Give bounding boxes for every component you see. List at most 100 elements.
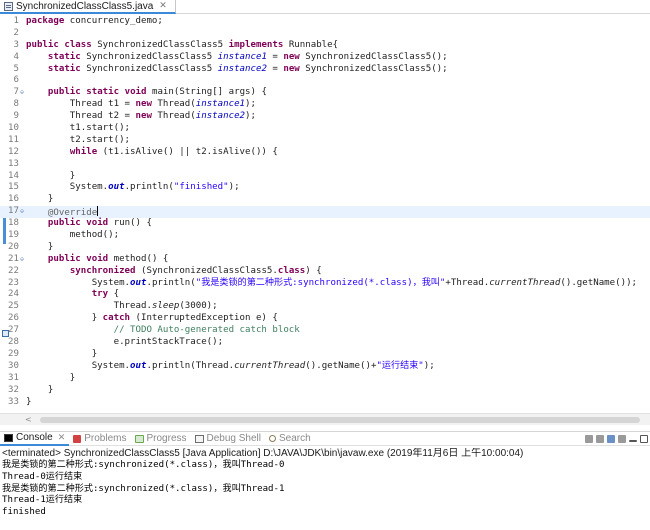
code-line[interactable]: 26 } catch (InterruptedException e) { (0, 313, 650, 325)
view-tab-label: Debug Shell (206, 433, 261, 444)
code-text: } catch (InterruptedException e) { (26, 313, 278, 325)
code-token: t1.start(); (26, 123, 131, 134)
console-view-tabs: Console ✕ Problems Progress Debug Shell Searc… (0, 431, 650, 446)
code-line[interactable]: 28 e.printStackTrace(); (0, 337, 650, 349)
line-number: 16 (8, 194, 19, 205)
code-line[interactable]: 7 ⊖ public static void main(String[] args… (0, 87, 650, 99)
line-number: 31 (8, 372, 19, 383)
code-line[interactable]: 15 System.out.println("finished"); (0, 182, 650, 194)
code-token: Thread. (26, 301, 152, 312)
code-text: public void run() { (26, 218, 152, 230)
code-line[interactable]: 29 } (0, 349, 650, 361)
code-text: } (26, 373, 75, 385)
code-line[interactable]: 22 synchronized (SynchronizedClassClass5… (0, 266, 650, 278)
code-line[interactable]: 23 System.out.println("我是类锁的第二种形式:synchr… (0, 278, 650, 290)
clear-console-icon[interactable] (585, 434, 593, 443)
code-line[interactable]: 6 (0, 75, 650, 87)
code-editor[interactable]: 1 package concurrency_demo; 2 3 public class… (0, 15, 650, 413)
code-line[interactable]: 24 try { (0, 289, 650, 301)
code-line[interactable]: 21 ⊖ public void method() { (0, 254, 650, 266)
fold-toggle-icon[interactable]: ⊖ (19, 87, 25, 99)
editor-tab-bar: SynchronizedClassClass5.java ✕ (0, 0, 650, 14)
code-token: SynchronizedClassClass5 (80, 63, 218, 74)
close-icon[interactable]: ✕ (58, 432, 66, 443)
code-token: ); (228, 182, 240, 193)
line-number: 7 (13, 87, 19, 98)
line-number: 27 (8, 325, 19, 336)
code-line[interactable]: 17 ⊖ @Override (0, 206, 650, 218)
problems-icon (73, 434, 82, 443)
code-line[interactable]: 3 public class SynchronizedClassClass5 im… (0, 40, 650, 52)
code-token: instance1 (195, 99, 246, 110)
code-line[interactable]: 30 System.out.println(Thread.currentThre… (0, 361, 650, 373)
code-line[interactable]: 20 } (0, 242, 650, 254)
code-token: synchronized (69, 265, 136, 276)
code-line[interactable]: 31 } (0, 373, 650, 385)
console-icon (4, 433, 13, 442)
code-line[interactable]: 9 Thread t2 = new Thread(instance2); (0, 111, 650, 123)
code-token: +Thread. (445, 277, 490, 288)
code-line[interactable]: 8 Thread t1 = new Thread(instance1); (0, 99, 650, 111)
view-tab-progress[interactable]: Progress (131, 432, 191, 446)
code-line[interactable]: 18 public void run() { (0, 218, 650, 230)
view-tab-console[interactable]: Console ✕ (0, 431, 70, 446)
code-token: instance2 (195, 111, 246, 122)
scroll-lock-icon[interactable] (596, 434, 604, 443)
close-icon[interactable]: ✕ (159, 1, 167, 11)
line-number: 21 (8, 253, 19, 264)
code-lines: 1 package concurrency_demo; 2 3 public class… (0, 16, 650, 408)
code-token: class (64, 39, 92, 50)
line-number: 6 (13, 75, 19, 86)
code-line[interactable]: 19 method(); (0, 230, 650, 242)
code-line[interactable]: 12 while (t1.isAlive() || t2.isAlive()) … (0, 147, 650, 159)
view-tab-search[interactable]: Search (265, 432, 315, 446)
open-console-icon[interactable] (618, 434, 626, 443)
code-token: Thread( (151, 99, 196, 110)
code-line[interactable]: 13 (0, 159, 650, 171)
line-number: 11 (8, 134, 19, 145)
scrollbar-thumb[interactable] (40, 417, 640, 423)
code-token: Thread t2 = (26, 111, 136, 122)
maximize-icon[interactable] (640, 434, 648, 443)
code-line[interactable]: 33} (0, 397, 650, 409)
code-token: sleep (151, 301, 180, 312)
fold-toggle-icon[interactable]: ⊖ (19, 206, 25, 218)
code-token: static (47, 63, 81, 74)
view-tab-problems[interactable]: Problems (69, 432, 130, 446)
code-line[interactable]: 16 } (0, 194, 650, 206)
code-line[interactable]: 2 (0, 28, 650, 40)
code-line[interactable]: 4 static SynchronizedClassClass5 instanc… (0, 52, 650, 64)
code-line[interactable]: 11 t2.start(); (0, 135, 650, 147)
code-token: = (266, 51, 284, 62)
code-token: (InterruptedException e) { (130, 313, 278, 324)
view-tab-label: Console (16, 432, 53, 443)
code-line[interactable]: 10 t1.start(); (0, 123, 650, 135)
code-token: main(String[] args) { (146, 87, 267, 98)
code-line[interactable]: 5 static SynchronizedClassClass5 instanc… (0, 64, 650, 76)
code-token: (3000); (179, 301, 218, 312)
code-token: void (86, 218, 109, 229)
code-text: } (26, 242, 53, 254)
editor-tab[interactable]: SynchronizedClassClass5.java ✕ (0, 0, 176, 14)
code-line[interactable]: 1 package concurrency_demo; (0, 16, 650, 28)
pin-console-icon[interactable] (607, 434, 615, 443)
fold-toggle-icon[interactable]: ⊖ (19, 254, 25, 266)
code-line[interactable]: 25 Thread.sleep(3000); (0, 301, 650, 313)
code-text: package concurrency_demo; (26, 16, 163, 28)
code-token: { (108, 289, 120, 300)
view-tab-debug-shell[interactable]: Debug Shell (191, 432, 265, 446)
line-number: 22 (8, 265, 19, 276)
code-line[interactable]: 27 // TODO Auto-generated catch block (0, 325, 650, 337)
code-token: new (283, 63, 300, 74)
editor-horizontal-scrollbar[interactable]: < (0, 413, 650, 425)
code-token: try (91, 289, 109, 300)
scroll-left-icon[interactable]: < (25, 414, 32, 426)
code-line[interactable]: 14 } (0, 171, 650, 183)
code-text: } (26, 349, 98, 361)
minimize-icon[interactable] (629, 439, 637, 442)
code-line[interactable]: 32 } (0, 385, 650, 397)
console-panel[interactable]: <terminated> SynchronizedClassClass5 [Ja… (0, 448, 650, 530)
line-number: 24 (8, 289, 19, 300)
